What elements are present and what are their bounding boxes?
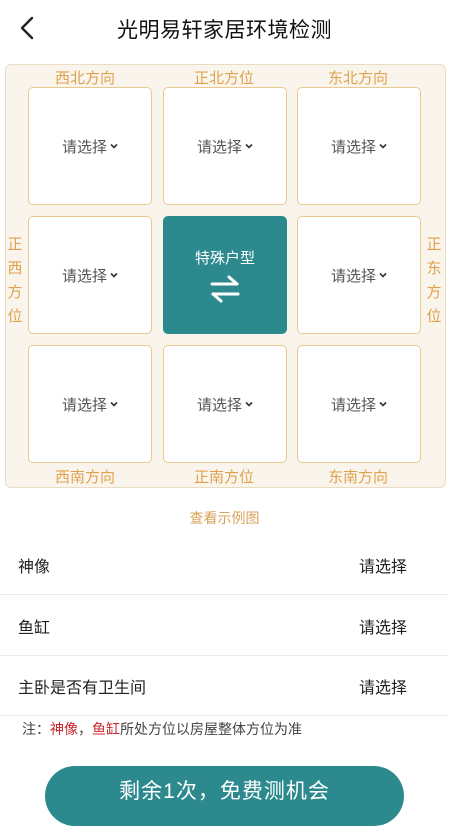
option-row-master-bathroom[interactable]: 主卧是否有卫生间 请选择 (0, 655, 449, 716)
row-label: 神像 (18, 559, 51, 576)
row-select[interactable]: 请选择 (359, 614, 407, 638)
view-example-link[interactable]: 查看示例图 (0, 508, 449, 528)
cell-west[interactable]: 请选择 (28, 216, 152, 334)
special-layout-button[interactable]: 特殊户型 (163, 216, 287, 334)
row-select[interactable]: 请选择 (359, 553, 407, 577)
row-label: 鱼缸 (18, 620, 51, 637)
chevron-down-icon (379, 272, 387, 278)
option-row-statue[interactable]: 神像 请选择 (0, 534, 449, 595)
label-north: 正北方位 (193, 70, 254, 87)
chevron-down-icon (245, 401, 253, 407)
chevron-down-icon (245, 143, 253, 149)
label-southwest: 西南方向 (54, 469, 115, 486)
chevron-down-icon (110, 401, 118, 407)
cell-northeast[interactable]: 请选择 (297, 87, 421, 205)
chevron-down-icon (110, 143, 118, 149)
label-west: 正 西 方 位 (7, 236, 23, 325)
option-row-fish-tank[interactable]: 鱼缸 请选择 (0, 595, 449, 656)
header: 光明易轩家居环境检测 (0, 0, 449, 56)
cell-south[interactable]: 请选择 (163, 345, 287, 463)
page-title: 光明易轩家居环境检测 (117, 19, 332, 42)
label-east: 正 东 方 位 (426, 236, 442, 325)
label-northwest: 西北方向 (54, 70, 115, 87)
cell-east[interactable]: 请选择 (297, 216, 421, 334)
row-label: 主卧是否有卫生间 (18, 680, 147, 697)
cell-southwest[interactable]: 请选择 (28, 345, 152, 463)
swap-arrows-icon (210, 275, 240, 302)
label-southeast: 东南方向 (327, 469, 388, 486)
chevron-down-icon (379, 401, 387, 407)
direction-grid: 西北方向 正北方位 东北方向 正 西 方 位 正 东 方 位 请选择 请选择 请… (5, 64, 446, 488)
cell-north[interactable]: 请选择 (163, 87, 287, 205)
chevron-down-icon (110, 272, 118, 278)
label-south: 正南方位 (193, 469, 254, 486)
cell-northwest[interactable]: 请选择 (28, 87, 152, 205)
label-northeast: 东北方向 (327, 70, 388, 87)
chevron-down-icon (379, 143, 387, 149)
cell-southeast[interactable]: 请选择 (297, 345, 421, 463)
free-test-button[interactable]: 剩余1次，免费测机会 (45, 766, 404, 826)
note-text: 注：神像，鱼缸所处方位以房屋整体方位为准 (22, 721, 302, 737)
row-select[interactable]: 请选择 (359, 674, 407, 698)
